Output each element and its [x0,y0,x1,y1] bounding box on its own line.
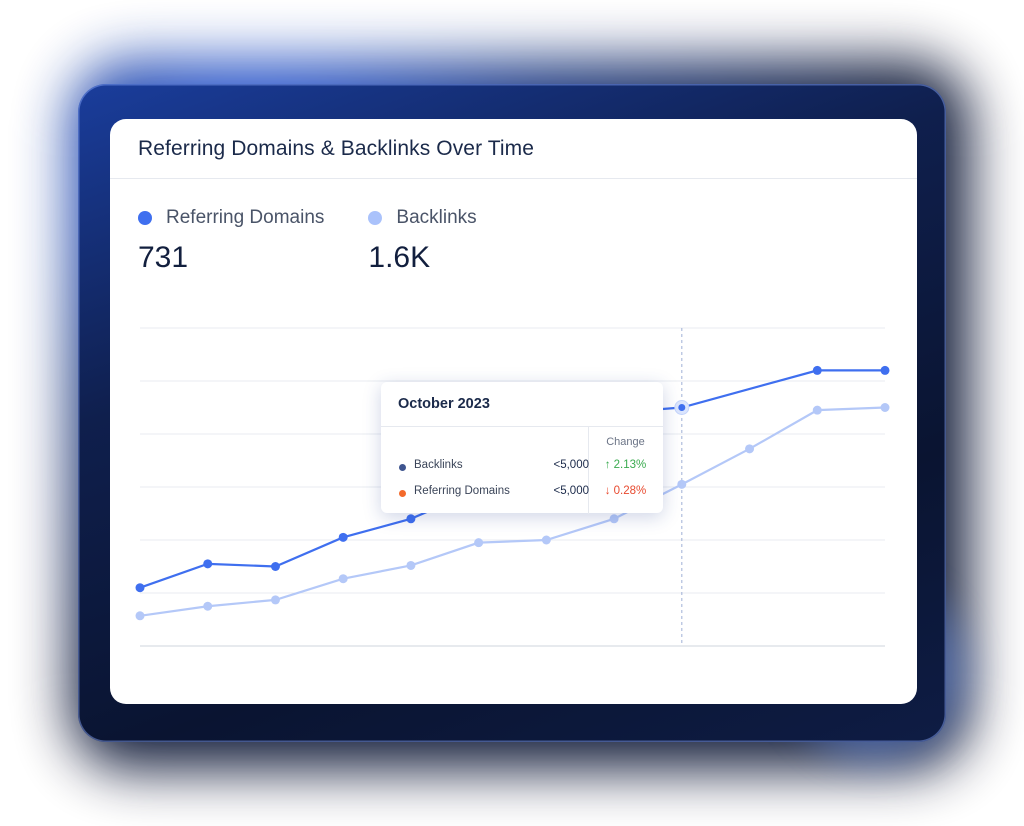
tooltip-row-change: ↑ 2.13% [604,459,647,471]
data-point-backlinks[interactable] [609,514,619,524]
data-point-backlinks[interactable] [474,538,484,548]
data-point-backlinks[interactable] [270,595,280,605]
chart-tooltip: October 2023 Change Backlinks <5,000 ↑ 2… [381,382,663,514]
tooltip-title: October 2023 [381,382,663,427]
chart-card: Referring Domains & Backlinks Over Time … [110,119,917,704]
data-point-referring-domains[interactable] [406,514,416,524]
data-point-backlinks[interactable] [812,405,822,415]
data-point-referring-domains[interactable] [338,532,348,542]
tooltip-row-referring-domains: Referring Domains <5,000 ↓ 0.28% [399,485,663,503]
tooltip-row-value: <5,000 [553,459,590,471]
data-point-referring-domains[interactable] [678,404,686,411]
tooltip-row-label: Backlinks [414,459,463,471]
data-point-backlinks[interactable] [745,444,755,454]
data-point-backlinks[interactable] [135,611,145,621]
tooltip-dot-backlinks [399,464,406,471]
data-point-referring-domains[interactable] [880,365,890,375]
data-point-referring-domains[interactable] [203,559,213,569]
data-point-backlinks[interactable] [338,574,348,584]
data-point-referring-domains[interactable] [270,562,280,571]
tooltip-row-backlinks: Backlinks <5,000 ↑ 2.13% [399,459,663,477]
data-point-backlinks[interactable] [406,560,416,570]
tooltip-dot-referring-domains [399,490,406,497]
tooltip-change-header: Change [606,436,645,448]
tooltip-row-label: Referring Domains [414,485,510,497]
tooltip-body: Change Backlinks <5,000 ↑ 2.13% Referrin… [381,427,663,514]
data-point-backlinks[interactable] [880,403,890,412]
tooltip-row-value: <5,000 [553,485,590,497]
data-point-backlinks[interactable] [203,601,213,611]
data-point-backlinks[interactable] [541,535,551,545]
data-point-backlinks[interactable] [677,479,687,489]
data-point-referring-domains[interactable] [135,583,145,593]
data-point-referring-domains[interactable] [812,365,822,375]
tooltip-row-change: ↓ 0.28% [604,485,647,497]
